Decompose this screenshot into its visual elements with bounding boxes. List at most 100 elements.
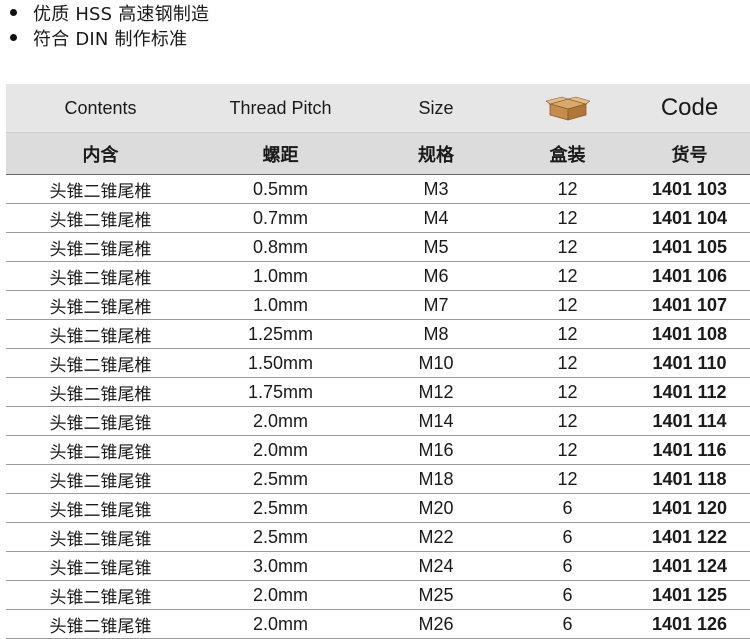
row-box-qty: 6 bbox=[506, 493, 629, 523]
row-size: M14 bbox=[366, 406, 506, 436]
row-box-qty: 6 bbox=[506, 522, 629, 552]
header-contents: Contents bbox=[6, 84, 195, 133]
row-size: M22 bbox=[366, 522, 506, 552]
row-contents: 头锥二锥尾椎 bbox=[6, 174, 195, 204]
header-code-cn: 货号 bbox=[629, 132, 750, 175]
table-row: 头锥二锥尾椎 0.5mm M3 12 1401 103 bbox=[6, 174, 750, 204]
row-size: M7 bbox=[366, 290, 506, 320]
row-box-qty: 12 bbox=[506, 290, 629, 320]
bullet-icon bbox=[10, 9, 17, 16]
table-row: 头锥二锥尾锥 2.0mm M16 12 1401 116 bbox=[6, 435, 750, 465]
table-row: 头锥二锥尾椎 1.50mm M10 12 1401 110 bbox=[6, 348, 750, 378]
row-box-qty: 12 bbox=[506, 377, 629, 407]
row-box-qty: 6 bbox=[506, 580, 629, 610]
row-size: M26 bbox=[366, 609, 506, 639]
row-contents: 头锥二锥尾椎 bbox=[6, 319, 195, 349]
row-thread-pitch: 1.0mm bbox=[195, 261, 366, 291]
row-box-qty: 12 bbox=[506, 203, 629, 233]
header-size: Size bbox=[366, 84, 506, 133]
feature-item: 符合 DIN 制作标准 bbox=[8, 25, 209, 50]
row-contents: 头锥二锥尾椎 bbox=[6, 203, 195, 233]
table-row: 头锥二锥尾锥 2.5mm M20 6 1401 120 bbox=[6, 493, 750, 523]
row-thread-pitch: 1.50mm bbox=[195, 348, 366, 378]
row-thread-pitch: 2.0mm bbox=[195, 609, 366, 639]
row-code: 1401 120 bbox=[629, 493, 750, 523]
row-size: M6 bbox=[366, 261, 506, 291]
row-box-qty: 12 bbox=[506, 348, 629, 378]
row-code: 1401 125 bbox=[629, 580, 750, 610]
row-size: M24 bbox=[366, 551, 506, 581]
row-thread-pitch: 2.0mm bbox=[195, 580, 366, 610]
row-contents: 头锥二锥尾锥 bbox=[6, 435, 195, 465]
row-thread-pitch: 0.8mm bbox=[195, 232, 366, 262]
row-thread-pitch: 2.5mm bbox=[195, 522, 366, 552]
feature-text: 符合 DIN 制作标准 bbox=[33, 28, 188, 50]
row-code: 1401 103 bbox=[629, 174, 750, 204]
tap-set-table: Contents Thread Pitch Size Code 内含 螺距 规格… bbox=[6, 84, 750, 639]
row-box-qty: 12 bbox=[506, 232, 629, 262]
row-box-qty: 12 bbox=[506, 174, 629, 204]
row-code: 1401 114 bbox=[629, 406, 750, 436]
header-box-cn: 盒装 bbox=[506, 132, 629, 175]
row-contents: 头锥二锥尾椎 bbox=[6, 232, 195, 262]
row-code: 1401 104 bbox=[629, 203, 750, 233]
row-contents: 头锥二锥尾锥 bbox=[6, 493, 195, 523]
row-code: 1401 108 bbox=[629, 319, 750, 349]
row-contents: 头锥二锥尾锥 bbox=[6, 406, 195, 436]
row-contents: 头锥二锥尾椎 bbox=[6, 348, 195, 378]
row-box-qty: 12 bbox=[506, 319, 629, 349]
row-box-qty: 12 bbox=[506, 406, 629, 436]
table-row: 头锥二锥尾椎 1.75mm M12 12 1401 112 bbox=[6, 377, 750, 407]
row-thread-pitch: 1.25mm bbox=[195, 319, 366, 349]
header-row-chinese: 内含 螺距 规格 盒装 货号 bbox=[6, 132, 750, 175]
header-thread-pitch: Thread Pitch bbox=[195, 84, 366, 133]
table-row: 头锥二锥尾椎 1.0mm M7 12 1401 107 bbox=[6, 290, 750, 320]
row-code: 1401 112 bbox=[629, 377, 750, 407]
row-contents: 头锥二锥尾椎 bbox=[6, 261, 195, 291]
row-box-qty: 12 bbox=[506, 261, 629, 291]
row-code: 1401 107 bbox=[629, 290, 750, 320]
row-contents: 头锥二锥尾椎 bbox=[6, 290, 195, 320]
row-box-qty: 6 bbox=[506, 609, 629, 639]
header-code: Code bbox=[629, 84, 750, 133]
row-thread-pitch: 2.0mm bbox=[195, 406, 366, 436]
row-box-qty: 12 bbox=[506, 464, 629, 494]
row-contents: 头锥二锥尾锥 bbox=[6, 609, 195, 639]
row-contents: 头锥二锥尾锥 bbox=[6, 522, 195, 552]
row-contents: 头锥二锥尾椎 bbox=[6, 377, 195, 407]
row-thread-pitch: 2.0mm bbox=[195, 435, 366, 465]
row-code: 1401 118 bbox=[629, 464, 750, 494]
row-size: M12 bbox=[366, 377, 506, 407]
row-code: 1401 122 bbox=[629, 522, 750, 552]
table-row: 头锥二锥尾椎 0.8mm M5 12 1401 105 bbox=[6, 232, 750, 262]
row-thread-pitch: 1.75mm bbox=[195, 377, 366, 407]
row-contents: 头锥二锥尾锥 bbox=[6, 580, 195, 610]
row-size: M20 bbox=[366, 493, 506, 523]
cardboard-box-icon bbox=[545, 96, 590, 121]
table-row: 头锥二锥尾锥 2.0mm M14 12 1401 114 bbox=[6, 406, 750, 436]
row-size: M8 bbox=[366, 319, 506, 349]
header-box bbox=[506, 84, 629, 133]
table-row: 头锥二锥尾锥 2.5mm M18 12 1401 118 bbox=[6, 464, 750, 494]
bullet-icon bbox=[10, 34, 17, 41]
row-thread-pitch: 3.0mm bbox=[195, 551, 366, 581]
row-size: M25 bbox=[366, 580, 506, 610]
row-size: M18 bbox=[366, 464, 506, 494]
row-thread-pitch: 0.7mm bbox=[195, 203, 366, 233]
row-thread-pitch: 0.5mm bbox=[195, 174, 366, 204]
table-row: 头锥二锥尾椎 0.7mm M4 12 1401 104 bbox=[6, 203, 750, 233]
row-contents: 头锥二锥尾锥 bbox=[6, 464, 195, 494]
table-row: 头锥二锥尾锥 2.0mm M25 6 1401 125 bbox=[6, 580, 750, 610]
row-code: 1401 105 bbox=[629, 232, 750, 262]
row-code: 1401 106 bbox=[629, 261, 750, 291]
row-thread-pitch: 1.0mm bbox=[195, 290, 366, 320]
feature-item: 优质 HSS 高速钢制造 bbox=[8, 0, 209, 25]
row-thread-pitch: 2.5mm bbox=[195, 464, 366, 494]
table-body: 头锥二锥尾椎 0.5mm M3 12 1401 103 头锥二锥尾椎 0.7mm M4 12 14… bbox=[6, 174, 750, 639]
table-row: 头锥二锥尾锥 3.0mm M24 6 1401 124 bbox=[6, 551, 750, 581]
row-size: M5 bbox=[366, 232, 506, 262]
table-row: 头锥二锥尾椎 1.0mm M6 12 1401 106 bbox=[6, 261, 750, 291]
feature-list: 优质 HSS 高速钢制造 符合 DIN 制作标准 bbox=[8, 0, 209, 50]
row-box-qty: 12 bbox=[506, 435, 629, 465]
row-code: 1401 110 bbox=[629, 348, 750, 378]
